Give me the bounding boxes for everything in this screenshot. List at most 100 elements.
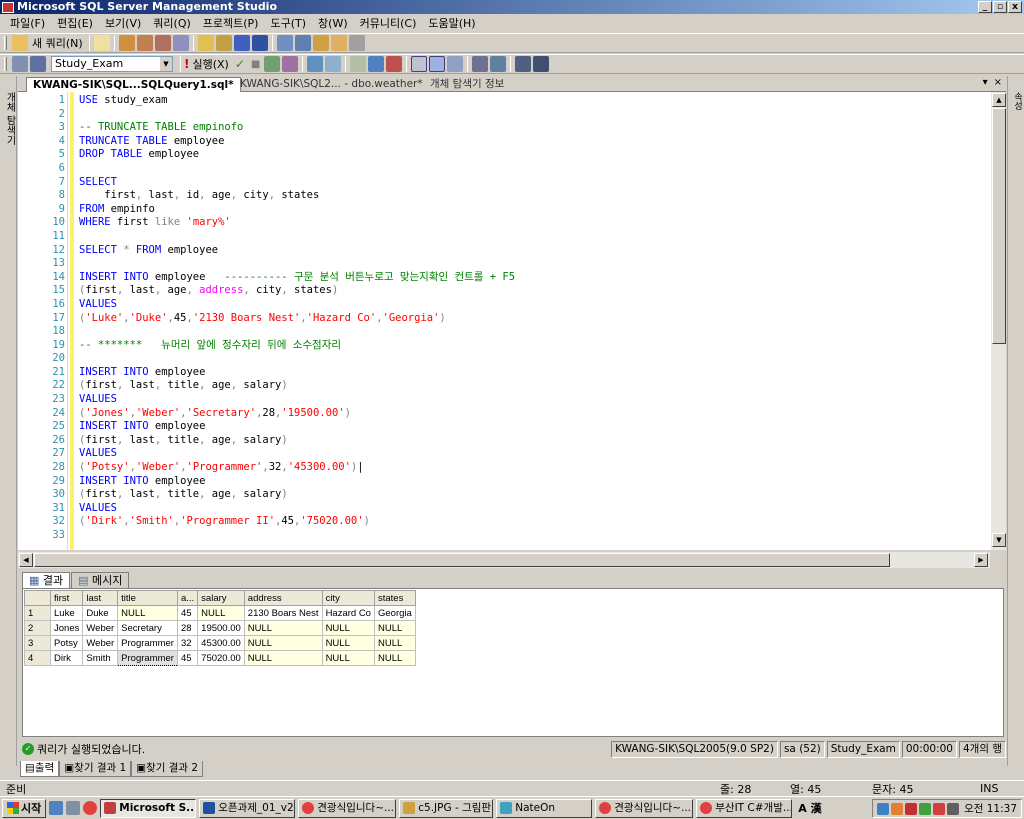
sql-editor[interactable]: 1 USE study_exam 2 3 -- TRUNCATE TABLE empin… bbox=[18, 92, 990, 550]
intellisense-icon[interactable] bbox=[325, 56, 342, 72]
grid-cell[interactable]: 2130 Boars Nest bbox=[243, 605, 323, 621]
code-line[interactable]: 14 INSERT INTO employee ---------- 구문 분석 … bbox=[18, 271, 990, 285]
scroll-down-icon[interactable]: ▼ bbox=[992, 533, 1006, 547]
grid-cell[interactable]: NULL bbox=[243, 620, 323, 636]
menu-tools[interactable]: 도구(T) bbox=[264, 15, 312, 31]
code-text[interactable]: ('Dirk','Smith','Programmer II',45,'7502… bbox=[79, 515, 370, 529]
new-file-icon[interactable] bbox=[93, 35, 110, 51]
grid-cell[interactable]: 45 bbox=[176, 650, 199, 666]
properties-icon[interactable] bbox=[348, 35, 365, 51]
menu-window[interactable]: 창(W) bbox=[312, 15, 354, 31]
table-row[interactable]: 3 Potsy Weber Programmer 32 45300.00 NUL… bbox=[24, 635, 416, 651]
solution-explorer-icon[interactable] bbox=[330, 35, 347, 51]
code-line[interactable]: 11 bbox=[18, 230, 990, 244]
column-header[interactable]: states bbox=[373, 590, 416, 606]
grid-cell[interactable]: Secretary bbox=[117, 620, 178, 636]
include-actual-plan-icon[interactable] bbox=[350, 56, 367, 72]
taskbar-paint[interactable]: c5.JPG - 그림판 bbox=[399, 798, 494, 818]
code-text[interactable]: INSERT INTO employee ---------- 구문 분석 버튼… bbox=[79, 271, 515, 285]
code-text[interactable]: (first, last, title, age, salary) bbox=[79, 379, 288, 393]
menu-community[interactable]: 커뮤니티(C) bbox=[354, 15, 423, 31]
code-line[interactable]: 31 VALUES bbox=[18, 502, 990, 516]
ie-quicklaunch-icon[interactable] bbox=[49, 801, 64, 815]
save-all-icon[interactable] bbox=[251, 35, 268, 51]
code-line[interactable]: 29 INSERT INTO employee bbox=[18, 475, 990, 489]
object-explorer-strip[interactable]: 개체 탐색기 bbox=[0, 76, 17, 766]
code-text[interactable]: VALUES bbox=[79, 447, 117, 461]
grid-cell[interactable]: 45300.00 bbox=[197, 635, 245, 651]
toolbar-options-icon[interactable] bbox=[533, 56, 550, 72]
grid-cell[interactable]: NULL bbox=[321, 650, 375, 666]
code-text[interactable]: first, last, id, age, city, states bbox=[79, 189, 319, 203]
grid-cell[interactable]: Weber bbox=[82, 635, 119, 651]
cancel-stop-icon[interactable]: ■ bbox=[251, 59, 260, 70]
toolbar-grip[interactable] bbox=[4, 57, 7, 71]
row-number[interactable]: 3 bbox=[24, 635, 51, 651]
code-text[interactable]: INSERT INTO employee bbox=[79, 420, 205, 434]
grid-cell[interactable]: 28 bbox=[176, 620, 199, 636]
mdx-query-icon[interactable] bbox=[154, 35, 171, 51]
grid-cell[interactable]: NULL bbox=[321, 620, 375, 636]
code-line[interactable]: 20 bbox=[18, 352, 990, 366]
query-options-icon[interactable] bbox=[282, 56, 299, 72]
code-line[interactable]: 25 INSERT INTO employee bbox=[18, 420, 990, 434]
tab-output[interactable]: ▤출력 bbox=[20, 761, 60, 777]
table-row[interactable]: 4 Dirk Smith Programmer 45 75020.00 NULL… bbox=[24, 650, 416, 666]
open-file-icon[interactable] bbox=[197, 35, 214, 51]
grid-cell[interactable]: Potsy bbox=[49, 635, 84, 651]
code-line[interactable]: 26 (first, last, title, age, salary) bbox=[18, 434, 990, 448]
grid-cell[interactable]: Luke bbox=[49, 605, 84, 621]
code-text[interactable]: -- TRUNCATE TABLE empinofo bbox=[79, 121, 243, 135]
column-header[interactable]: last bbox=[82, 590, 119, 606]
properties-strip[interactable]: 속성 bbox=[1007, 76, 1024, 766]
row-number[interactable]: 2 bbox=[24, 620, 51, 636]
grid-cell[interactable]: 45 bbox=[176, 605, 199, 621]
connect-icon[interactable] bbox=[12, 56, 28, 72]
menu-help[interactable]: 도움말(H) bbox=[422, 15, 481, 31]
template-explorer-icon[interactable] bbox=[312, 35, 329, 51]
column-header[interactable]: title bbox=[117, 590, 178, 606]
column-header[interactable]: city bbox=[321, 590, 375, 606]
tab-sqlquery1[interactable]: KWANG-SIK\SQL...SQLQuery1.sql* bbox=[26, 77, 241, 92]
chevron-down-icon[interactable]: ▼ bbox=[160, 57, 172, 71]
show-desktop-icon[interactable] bbox=[66, 801, 81, 815]
code-line[interactable]: 18 bbox=[18, 325, 990, 339]
grid-cell-selected[interactable]: Programmer bbox=[117, 650, 178, 666]
code-line[interactable]: 2 bbox=[18, 108, 990, 122]
tab-messages[interactable]: ▤ 메시지 bbox=[71, 572, 130, 589]
results-to-grid-icon[interactable] bbox=[411, 56, 428, 72]
row-header-corner[interactable] bbox=[24, 590, 51, 606]
code-text[interactable]: SELECT * FROM employee bbox=[79, 244, 218, 258]
object-explorer-icon[interactable] bbox=[294, 35, 311, 51]
menu-view[interactable]: 보기(V) bbox=[99, 15, 147, 31]
close-window-button[interactable]: x bbox=[1008, 1, 1022, 13]
parse-check-icon[interactable]: ✓ bbox=[235, 57, 245, 71]
code-text[interactable]: SELECT bbox=[79, 176, 117, 190]
update-tray-icon[interactable] bbox=[919, 802, 932, 815]
code-area[interactable]: 1 USE study_exam 2 3 -- TRUNCATE TABLE empin… bbox=[18, 94, 990, 543]
tab-results[interactable]: ▦ 결과 bbox=[22, 572, 71, 589]
table-row[interactable]: 2 Jones Weber Secretary 28 19500.00 NULL… bbox=[24, 620, 416, 636]
taskbar-word-doc[interactable]: 오픈과제_01_v2... bbox=[199, 798, 296, 818]
change-connection-icon[interactable] bbox=[30, 56, 46, 72]
grid-cell[interactable]: Georgia bbox=[373, 605, 416, 621]
grid-cell[interactable]: 75020.00 bbox=[197, 650, 245, 666]
taskbar-nateon[interactable]: NateOn bbox=[496, 798, 593, 818]
antivirus-tray-icon[interactable] bbox=[905, 802, 918, 815]
code-line[interactable]: 9 FROM empinfo bbox=[18, 203, 990, 217]
code-text[interactable]: WHERE first like 'mary%' bbox=[79, 216, 231, 230]
code-text[interactable]: ('Potsy','Weber','Programmer',32,'45300.… bbox=[79, 461, 364, 475]
code-line[interactable]: 17 ('Luke','Duke',45,'2130 Boars Nest','H… bbox=[18, 312, 990, 326]
taskbar-chrome-2[interactable]: 견광식입니다~... bbox=[595, 798, 694, 818]
scroll-up-icon[interactable]: ▲ bbox=[992, 93, 1006, 107]
tab-dbo-weather[interactable]: KWANG-SIK\SQL2... - dbo.weather* bbox=[234, 77, 429, 92]
grid-cell[interactable]: NULL bbox=[243, 650, 323, 666]
code-line[interactable]: 22 (first, last, title, age, salary) bbox=[18, 379, 990, 393]
scroll-thumb[interactable] bbox=[34, 553, 890, 567]
grid-cell[interactable]: NULL bbox=[321, 635, 375, 651]
grid-cell[interactable]: Duke bbox=[82, 605, 119, 621]
grid-cell[interactable]: Jones bbox=[49, 620, 84, 636]
database-engine-query-icon[interactable] bbox=[118, 35, 135, 51]
tab-object-explorer-details[interactable]: 개체 탐색기 정보 bbox=[424, 77, 510, 92]
code-line[interactable]: 15 (first, last, age, address, city, stat… bbox=[18, 284, 990, 298]
